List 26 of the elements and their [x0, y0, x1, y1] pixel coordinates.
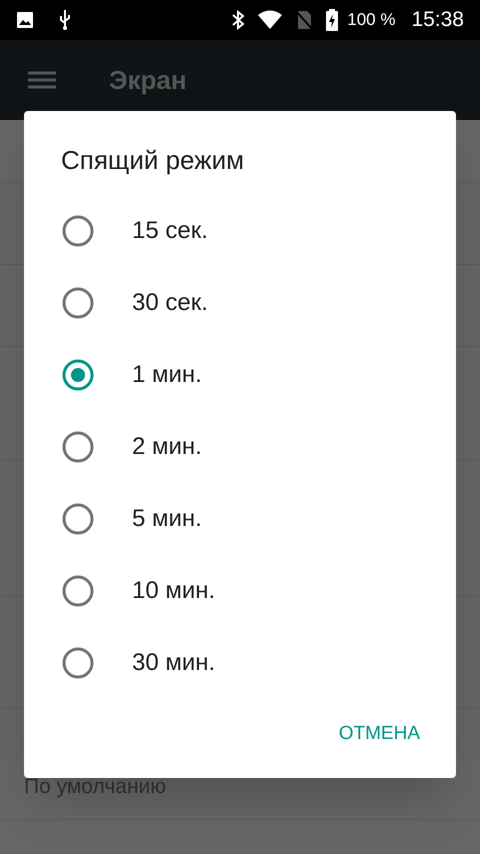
- option-label[interactable]: 30 сек.: [132, 285, 208, 321]
- screen-title: Экран: [109, 64, 187, 96]
- radio-button[interactable]: [62, 287, 94, 319]
- battery-charging-icon: [325, 9, 340, 31]
- option-label[interactable]: 1 мин.: [132, 357, 202, 393]
- radio-button[interactable]: [62, 359, 94, 391]
- clock-time: 15:38: [411, 7, 464, 34]
- radio-button[interactable]: [62, 431, 94, 463]
- option-label[interactable]: 10 мин.: [132, 573, 216, 609]
- option-label[interactable]: 30 мин.: [132, 645, 216, 681]
- usb-icon: [58, 9, 72, 31]
- radio-button[interactable]: [62, 647, 94, 679]
- option-label[interactable]: 15 сек.: [132, 213, 208, 249]
- radio-button[interactable]: [62, 503, 94, 535]
- radio-button[interactable]: [62, 215, 94, 247]
- menu-icon[interactable]: [28, 71, 56, 89]
- dialog-title: Спящий режим: [61, 144, 246, 176]
- option-label[interactable]: 2 мин.: [132, 429, 202, 465]
- bluetooth-icon: [231, 10, 246, 30]
- wifi-icon: [257, 10, 284, 30]
- battery-percentage: 100 %: [347, 9, 396, 32]
- option-label[interactable]: 5 мин.: [132, 501, 202, 537]
- radio-button[interactable]: [62, 575, 94, 607]
- no-sim-icon: [295, 10, 314, 30]
- cancel-button[interactable]: ОТМЕНА: [330, 712, 428, 756]
- image-icon: [16, 11, 34, 29]
